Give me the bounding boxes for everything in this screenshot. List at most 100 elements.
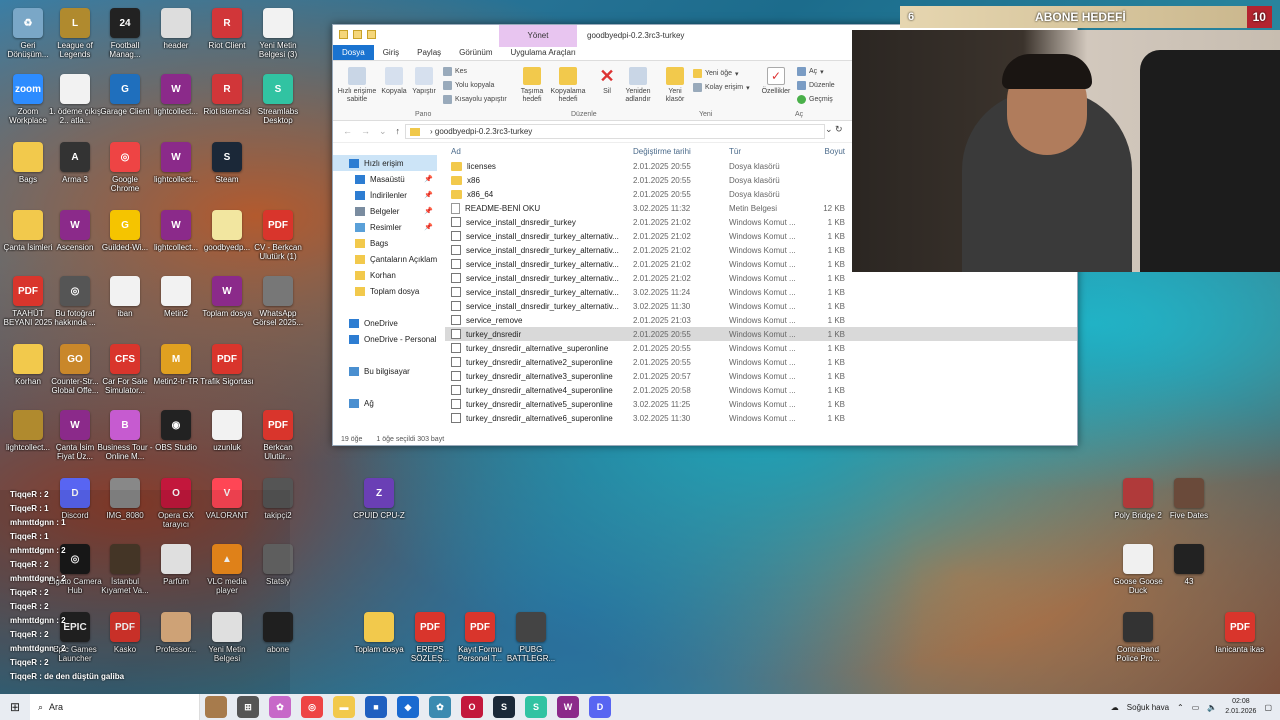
desktop-icon[interactable]: Toplam dosya bbox=[351, 612, 407, 654]
edit-button[interactable]: Düzenle bbox=[797, 81, 835, 90]
volume-icon[interactable]: 🔈 bbox=[1207, 703, 1217, 712]
copy-to-button[interactable]: Kopyalama hedefi bbox=[549, 67, 587, 104]
file-row[interactable]: turkey_dnsredir_alternative4_superonline… bbox=[445, 383, 1077, 397]
desktop-icon[interactable]: 24 Football Manag... bbox=[97, 8, 153, 59]
refresh-icon[interactable]: ⌄ ↻ bbox=[825, 124, 843, 135]
desktop-icon[interactable]: ◎ Bu fotoğraf hakkında ... bbox=[47, 276, 103, 327]
desktop-icon[interactable]: Goose Goose Duck bbox=[1110, 544, 1166, 595]
desktop-icon[interactable]: 1. ödeme çıkış 2.. atla... bbox=[47, 74, 103, 125]
desktop-icon[interactable]: PDF Trafik Sigortası bbox=[199, 344, 255, 386]
desktop-icon[interactable]: Wlightcollect... bbox=[148, 142, 204, 184]
app-1-taskbar-icon[interactable] bbox=[205, 696, 227, 718]
desktop-icon[interactable]: Contraband Police Pro... bbox=[1110, 612, 1166, 663]
desktop-icon[interactable]: Poly Bridge 2 bbox=[1110, 478, 1166, 520]
desktop-icon[interactable]: PDF lanicanta ikas bbox=[1212, 612, 1268, 654]
file-row[interactable]: service_install_dnsredir_turkey_alternat… bbox=[445, 285, 1077, 299]
explorer-taskbar-icon[interactable]: ▬ bbox=[333, 696, 355, 718]
nav-item[interactable]: Bags bbox=[333, 235, 437, 251]
file-row[interactable]: turkey_dnsredir_alternative_superonline 2… bbox=[445, 341, 1077, 355]
history-button[interactable]: Geçmiş bbox=[797, 95, 833, 104]
desktop-icon[interactable]: Five Dates bbox=[1161, 478, 1217, 520]
file-row[interactable]: service_install_dnsredir_turkey_alternat… bbox=[445, 299, 1077, 313]
desktop-icon[interactable]: goodbyedp... bbox=[199, 210, 255, 252]
up-arrow-icon[interactable]: ↑ bbox=[396, 126, 401, 137]
desktop-icon[interactable]: iban bbox=[97, 276, 153, 318]
discord-taskbar-icon[interactable]: D bbox=[589, 696, 611, 718]
desktop-icon[interactable]: CFS Car For Sale Simulator... bbox=[97, 344, 153, 395]
desktop-icon[interactable]: R Riot Client bbox=[199, 8, 255, 50]
desktop-icon[interactable]: B Business Tour - Online M... bbox=[97, 410, 153, 461]
app-2-taskbar-icon[interactable]: ⊞ bbox=[237, 696, 259, 718]
desktop-icon[interactable]: WhatsApp Görsel 2025... bbox=[250, 276, 306, 327]
nav-item[interactable]: Bu bilgisayar bbox=[333, 363, 437, 379]
desktop-icon[interactable]: M Metin2-tr-TR bbox=[148, 344, 204, 386]
desktop-icon[interactable]: S Steam bbox=[199, 142, 255, 184]
nav-item[interactable]: OneDrive bbox=[333, 315, 437, 331]
network-icon[interactable]: ▭ bbox=[1192, 703, 1200, 712]
forward-arrow-icon[interactable]: → bbox=[361, 126, 370, 137]
quick-access-toolbar[interactable] bbox=[339, 30, 376, 39]
nav-item[interactable]: İndirilenler 📌 bbox=[333, 187, 437, 203]
desktop-icon[interactable]: R Riot istemcisi bbox=[199, 74, 255, 116]
nav-item[interactable]: OneDrive - Personal bbox=[333, 331, 437, 347]
easy-access-button[interactable]: Kolay erişim ▾ bbox=[693, 83, 750, 92]
desktop-icon[interactable]: PDF Berkcan Ulutür... bbox=[250, 410, 306, 461]
nav-item[interactable]: Korhan bbox=[333, 267, 437, 283]
ribbon-tab[interactable]: Paylaş bbox=[408, 45, 450, 60]
steam-taskbar-icon[interactable]: S bbox=[493, 696, 515, 718]
desktop-icon[interactable]: Z CPUID CPU-Z bbox=[351, 478, 407, 520]
desktop-icon[interactable]: G Garage Client bbox=[97, 74, 153, 116]
desktop-icon[interactable]: PDF CV - Berkcan Ulutürk (1) bbox=[250, 210, 306, 261]
rename-button[interactable]: Yeniden adlandır bbox=[621, 67, 655, 104]
nav-item[interactable]: Hızlı erişim bbox=[333, 155, 437, 171]
pin-button[interactable]: Hızlı erişime sabitle bbox=[337, 67, 377, 104]
clock[interactable]: 02:08 2.01.2026 bbox=[1225, 697, 1256, 717]
nav-item[interactable]: Ağ bbox=[333, 395, 437, 411]
notification-icon[interactable]: ▢ bbox=[1264, 703, 1272, 712]
winrar-taskbar-icon[interactable]: W bbox=[557, 696, 579, 718]
ribbon-tab[interactable]: Uygulama Araçları bbox=[502, 45, 585, 60]
new-folder-button[interactable]: Yeni klasör bbox=[661, 67, 689, 104]
desktop-icon[interactable]: Wlightcollect... bbox=[148, 210, 204, 252]
desktop-icon[interactable]: PDF EREPS SÖZLEŞ... bbox=[402, 612, 458, 663]
desktop-icon[interactable]: header bbox=[148, 8, 204, 50]
file-row[interactable]: turkey_dnsredir_alternative2_superonline… bbox=[445, 355, 1077, 369]
nav-item[interactable]: Belgeler 📌 bbox=[333, 203, 437, 219]
search-box[interactable]: ⌕ Ara bbox=[30, 694, 200, 720]
column-name[interactable]: Ad bbox=[445, 147, 625, 156]
ribbon-tab[interactable]: Giriş bbox=[374, 45, 408, 60]
app-6-taskbar-icon[interactable]: ■ bbox=[365, 696, 387, 718]
desktop-icon[interactable]: GO Counter-Str... Global Offe... bbox=[47, 344, 103, 395]
properties-button[interactable]: ✓ Özellikler bbox=[759, 67, 793, 96]
desktop-icon[interactable]: W Çanta İsim Fiyat Üz... bbox=[47, 410, 103, 461]
tray-chevron-icon[interactable]: ⌃ bbox=[1177, 703, 1184, 712]
delete-button[interactable]: ✕ Sil bbox=[593, 67, 621, 96]
desktop-icon[interactable]: Wlightcollect... bbox=[148, 74, 204, 116]
nav-item[interactable]: Toplam dosya bbox=[333, 283, 437, 299]
streamlabs-taskbar-icon[interactable]: S bbox=[525, 696, 547, 718]
ribbon-tab[interactable]: Dosya bbox=[333, 45, 374, 60]
file-row[interactable]: turkey_dnsredir_alternative5_superonline… bbox=[445, 397, 1077, 411]
weather-icon[interactable]: ☁ bbox=[1111, 703, 1119, 712]
file-row[interactable]: turkey_dnsredir_alternative6_superonline… bbox=[445, 411, 1077, 425]
desktop-icon[interactable]: L League of Legends bbox=[47, 8, 103, 59]
copy-button[interactable]: Kopyala bbox=[379, 67, 409, 96]
desktop-icon[interactable]: uzunluk bbox=[199, 410, 255, 452]
desktop-icon[interactable]: Yeni Metin Belgesi (3) bbox=[250, 8, 306, 59]
opera-taskbar-icon[interactable]: O bbox=[461, 696, 483, 718]
paste-button[interactable]: Yapıştır bbox=[409, 67, 439, 96]
copy-path-button[interactable]: Yolu kopyala bbox=[443, 81, 494, 90]
desktop-icon[interactable]: G Guilded-Wi... bbox=[97, 210, 153, 252]
nav-item[interactable]: Çantaların Açıklama bbox=[333, 251, 437, 267]
file-row[interactable]: service_remove 2.01.2025 21:03 Windows Kom… bbox=[445, 313, 1077, 327]
open-button[interactable]: Aç ▾ bbox=[797, 67, 824, 76]
weather-label[interactable]: Soğuk hava bbox=[1127, 703, 1169, 712]
desktop-icon[interactable]: W Toplam dosya bbox=[199, 276, 255, 318]
chevron-down-icon[interactable]: ⌄ bbox=[379, 126, 387, 137]
nav-item[interactable]: Resimler 📌 bbox=[333, 219, 437, 235]
chrome-taskbar-icon[interactable]: ◎ bbox=[301, 696, 323, 718]
nav-item[interactable]: Masaüstü 📌 bbox=[333, 171, 437, 187]
paste-shortcut-button[interactable]: Kısayolu yapıştır bbox=[443, 95, 507, 104]
app-3-taskbar-icon[interactable]: ✿ bbox=[269, 696, 291, 718]
address-input[interactable]: › goodbyedpi-0.2.3rc3-turkey bbox=[405, 124, 825, 139]
